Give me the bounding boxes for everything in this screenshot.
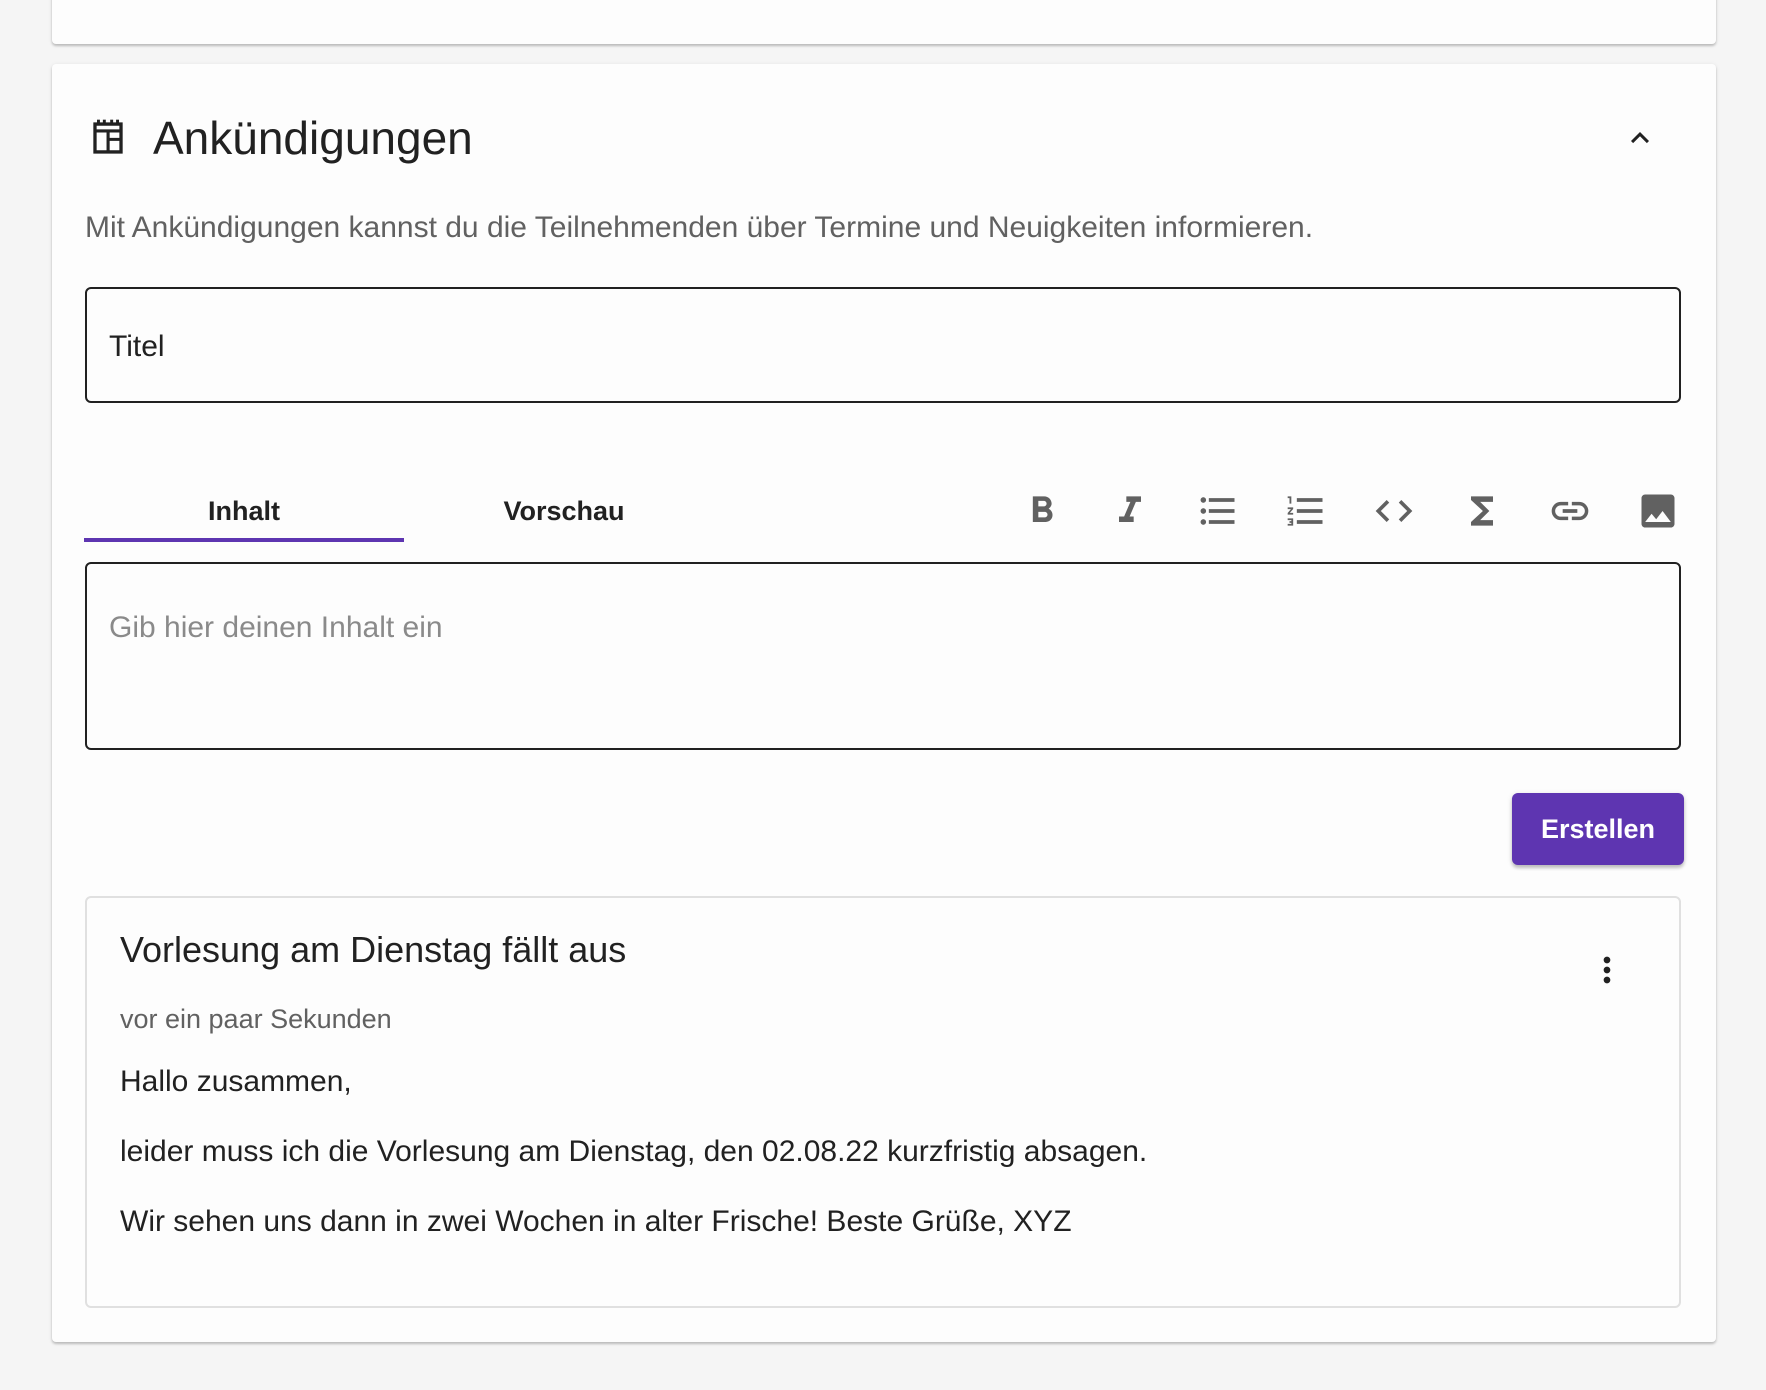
italic-icon [1119, 496, 1141, 522]
section-description: Mit Ankündigungen kannst du die Teilnehm… [85, 211, 1314, 244]
announcement-timestamp: vor ein paar Sekunden [120, 1004, 392, 1034]
content-placeholder: Gib hier deinen Inhalt ein [109, 611, 443, 644]
create-button[interactable]: Erstellen [1512, 793, 1684, 865]
numbered-list-button[interactable] [1262, 479, 1350, 543]
announcement-paragraph: leider muss ich die Vorlesung am Diensta… [120, 1135, 1148, 1168]
image-icon [1641, 494, 1675, 528]
announcement-menu-button[interactable] [1577, 940, 1637, 1000]
previous-section-card [52, 0, 1716, 44]
chevron-up-icon [1631, 132, 1649, 144]
link-button[interactable] [1526, 479, 1614, 543]
announcement-calendar-icon [86, 116, 130, 160]
title-input-label: Titel [109, 330, 165, 363]
announcement-paragraph: Wir sehen uns dann in zwei Wochen in alt… [120, 1205, 1072, 1238]
announcement-title: Vorlesung am Dienstag fällt aus [120, 929, 627, 970]
collapse-button[interactable] [1612, 110, 1668, 166]
link-icon [1551, 501, 1589, 521]
active-tab-indicator [84, 538, 404, 542]
announcement-body: Hallo zusammen, leider muss ich die Vorl… [120, 1064, 1147, 1274]
announcement-paragraph: Hallo zusammen, [120, 1065, 352, 1098]
section-title: Ankündigungen [153, 112, 473, 164]
bulleted-list-button[interactable] [1174, 479, 1262, 543]
code-icon [1375, 500, 1413, 522]
title-input[interactable]: Titel [85, 287, 1681, 403]
announcement-item: Vorlesung am Dienstag fällt aus vor ein … [85, 896, 1681, 1308]
sigma-icon [1471, 496, 1493, 526]
content-textarea[interactable]: Gib hier deinen Inhalt ein [85, 562, 1681, 750]
code-button[interactable] [1350, 479, 1438, 543]
numbered-list-icon [1287, 496, 1323, 526]
italic-button[interactable] [1086, 479, 1174, 543]
more-vert-icon [1603, 956, 1611, 984]
editor-toolbar [998, 468, 1702, 554]
tab-preview[interactable]: Vorschau [404, 468, 724, 554]
formula-button[interactable] [1438, 479, 1526, 543]
bold-icon [1032, 496, 1053, 522]
announcements-card: Ankündigungen Mit Ankündigungen kannst d… [52, 64, 1716, 1342]
bold-button[interactable] [998, 479, 1086, 543]
bulleted-list-icon [1200, 497, 1235, 525]
image-button[interactable] [1614, 479, 1702, 543]
